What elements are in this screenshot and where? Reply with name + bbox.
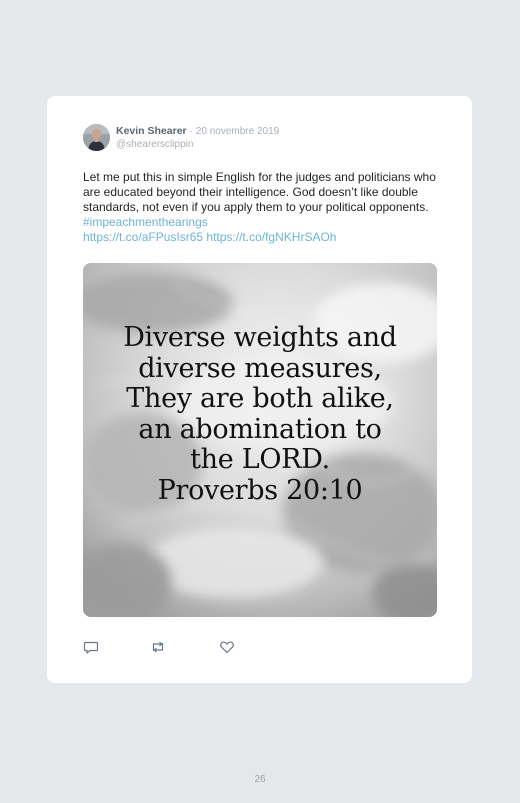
reply-button[interactable]	[83, 639, 99, 655]
verse-line: an abomination to	[138, 413, 382, 445]
author-handle[interactable]: @shearersclippin	[116, 139, 193, 151]
tweet-link-1[interactable]: https://t.co/aFPusIsr65	[83, 230, 203, 244]
page-number: 26	[254, 774, 266, 785]
verse-text: Diverse weights and diverse measures, Th…	[83, 322, 437, 506]
separator-dot: ·	[189, 126, 193, 137]
tweet-date[interactable]: 20 novembre 2019	[196, 126, 279, 137]
tweet-text: Let me put this in simple English for th…	[83, 170, 443, 245]
retweet-button[interactable]	[150, 639, 166, 655]
verse-line: the LORD.	[190, 444, 330, 475]
heart-icon	[220, 641, 234, 654]
author-name[interactable]: Kevin Shearer	[116, 125, 187, 137]
verse-reference: Proverbs 20:10	[157, 474, 363, 506]
avatar[interactable]	[83, 124, 110, 151]
verse-line: Diverse weights and	[123, 322, 397, 353]
tweet-link-2[interactable]: https://t.co/fgNKHrSAOh	[206, 230, 336, 244]
tweet-card: Kevin Shearer · 20 novembre 2019 @sheare…	[47, 96, 472, 683]
reply-icon	[83, 641, 99, 654]
verse-line: diverse measures,	[138, 352, 382, 384]
retweet-icon	[152, 641, 164, 653]
tweet-media-image[interactable]: Diverse weights and diverse measures, Th…	[83, 263, 437, 617]
verse-line: They are both alike,	[126, 383, 394, 414]
like-button[interactable]	[219, 639, 235, 655]
tweet-body: Let me put this in simple English for th…	[83, 170, 436, 214]
hashtag-link[interactable]: #impeachmenthearings	[83, 215, 208, 229]
author-line: Kevin Shearer · 20 novembre 2019	[116, 125, 279, 138]
